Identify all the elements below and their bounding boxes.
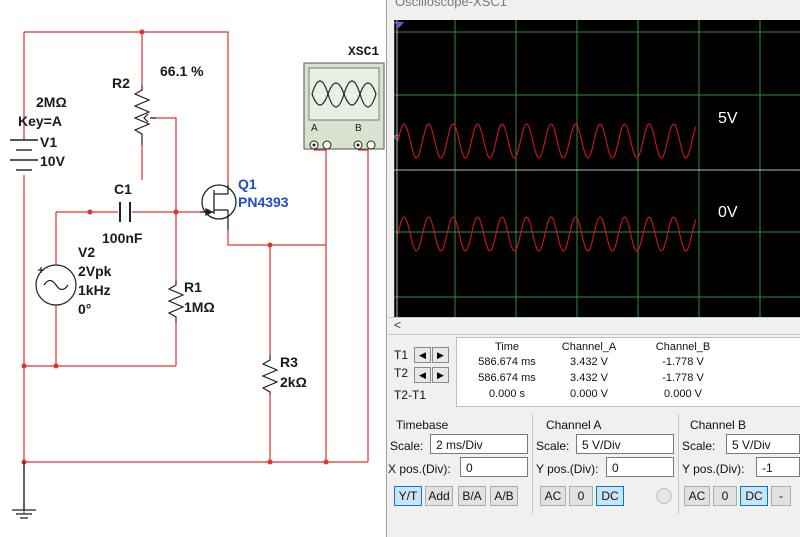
channel-b-trace (397, 216, 697, 252)
channel-a-scale-label: Scale: (536, 439, 570, 453)
group-divider (532, 414, 533, 514)
r2-value-label: 2MΩ (36, 94, 67, 110)
t2-t1-label: T2-T1 (394, 388, 427, 402)
scope-grid-and-traces (393, 20, 800, 317)
yt-button[interactable]: Y/T (394, 486, 422, 506)
window-title: Oscilloscope-XSC1 (395, 0, 507, 9)
r2-percent-label: 66.1 % (160, 63, 204, 79)
a-over-b-button[interactable]: A/B (490, 486, 518, 506)
table-cell: 3.432 V (570, 356, 608, 368)
v2-amplitude-label: 2Vpk (78, 263, 112, 279)
t1-right-arrow-icon[interactable]: ▶ (432, 347, 449, 363)
channel-a-radio[interactable] (656, 488, 672, 504)
channel-a-zero-button[interactable]: 0 (569, 486, 593, 506)
timebase-title: Timebase (396, 418, 449, 432)
table-cell: -1.778 V (662, 356, 704, 368)
t2-left-arrow-icon[interactable]: ◀ (414, 367, 431, 383)
r3-value-label: 2kΩ (280, 374, 307, 390)
t2-label: T2 (394, 366, 409, 380)
table-cell: 0.000 V (570, 388, 608, 400)
channel-b-ypos-label: Y pos.(Div): (682, 462, 745, 476)
table-cell: 3.432 V (570, 372, 608, 384)
r1-name-label: R1 (184, 279, 202, 295)
table-cell: -1.778 V (662, 372, 704, 384)
junction-dots (21, 29, 329, 465)
v1-name-label: V1 (40, 134, 58, 150)
trace-b-level-label: 0V (718, 204, 738, 221)
r2-key-label: Key=A (18, 113, 62, 129)
header-channel-a: Channel_A (561, 341, 617, 353)
q1-name-label: Q1 (238, 176, 257, 192)
schematic-canvas (10, 29, 385, 519)
channel-b-minus-button[interactable]: - (771, 486, 791, 506)
scope-screen[interactable]: 5V 0V (393, 20, 800, 317)
trace-a-level-label: 5V (718, 110, 738, 127)
v2-phase-label: 0° (78, 301, 92, 317)
ac-source-v2-symbol[interactable] (35, 264, 77, 306)
channel-b-dc-button[interactable]: DC (740, 486, 768, 506)
xsc1-port-a-label: A (311, 123, 318, 134)
q1-part-label: PN4393 (238, 194, 289, 210)
cursor-readout-table: Time Channel_A Channel_B 586.674 ms 3.43… (456, 337, 800, 407)
xsc1-name-label: XSC1 (348, 44, 380, 59)
t2-right-arrow-icon[interactable]: ▶ (432, 367, 449, 383)
channel-a-dc-button[interactable]: DC (596, 486, 624, 506)
capacitor-c1-symbol[interactable] (119, 202, 131, 222)
v1-value-label: 10V (40, 153, 65, 169)
timebase-xpos-label: X pos.(Div): (388, 462, 451, 476)
header-channel-b: Channel_B (655, 341, 711, 353)
group-divider (678, 414, 679, 514)
resistor-r1-symbol[interactable] (167, 280, 185, 322)
r3-name-label: R3 (280, 354, 298, 370)
cursor-t1-marker[interactable] (394, 22, 404, 28)
channel-a-ac-button[interactable]: AC (540, 486, 566, 506)
c1-name-label: C1 (114, 181, 132, 197)
potentiometer-r2-symbol[interactable] (133, 85, 156, 145)
channel-b-ac-button[interactable]: AC (684, 486, 710, 506)
timebase-scale-field[interactable]: 2 ms/Div (430, 434, 528, 454)
v2-frequency-label: 1kHz (78, 282, 111, 298)
timebase-xpos-field[interactable]: 0 (460, 457, 528, 477)
channel-a-ypos-field[interactable]: 0 (606, 457, 674, 477)
channel-b-zero-button[interactable]: 0 (713, 486, 737, 506)
channel-b-title: Channel B (690, 418, 747, 432)
channel-b-ypos-field[interactable]: -1 (756, 457, 800, 477)
resistor-r3-symbol[interactable] (261, 355, 279, 395)
oscilloscope-xsc1-symbol[interactable] (303, 62, 385, 150)
v2-name-label: V2 (78, 244, 96, 260)
t1-left-arrow-icon[interactable]: ◀ (414, 347, 431, 363)
c1-value-label: 100nF (102, 230, 143, 246)
grid-lines (393, 20, 800, 317)
b-over-a-button[interactable]: B/A (458, 486, 486, 506)
table-cell: 0.000 V (664, 388, 702, 400)
battery-v1-symbol[interactable] (10, 138, 38, 171)
scroll-left-icon[interactable]: < (394, 318, 401, 332)
add-button[interactable]: Add (425, 486, 453, 506)
channel-a-scale-field[interactable]: 5 V/Div (576, 434, 674, 454)
channel-b-scale-label: Scale: (682, 439, 716, 453)
ground-icon (12, 462, 36, 519)
timebase-scale-label: Scale: (390, 439, 424, 453)
r1-value-label: 1MΩ (184, 299, 215, 315)
t1-label: T1 (394, 348, 409, 362)
jfet-q1-symbol[interactable] (200, 184, 237, 230)
channel-a-trace (397, 123, 697, 159)
xsc1-port-b-label: B (355, 123, 362, 134)
channel-b-scale-field[interactable]: 5 V/Div (726, 434, 800, 454)
r2-name-label: R2 (112, 75, 130, 91)
channel-a-title: Channel A (546, 418, 602, 432)
channel-a-ypos-label: Y pos.(Div): (536, 462, 599, 476)
screen-scrollbar[interactable]: < (388, 317, 800, 335)
